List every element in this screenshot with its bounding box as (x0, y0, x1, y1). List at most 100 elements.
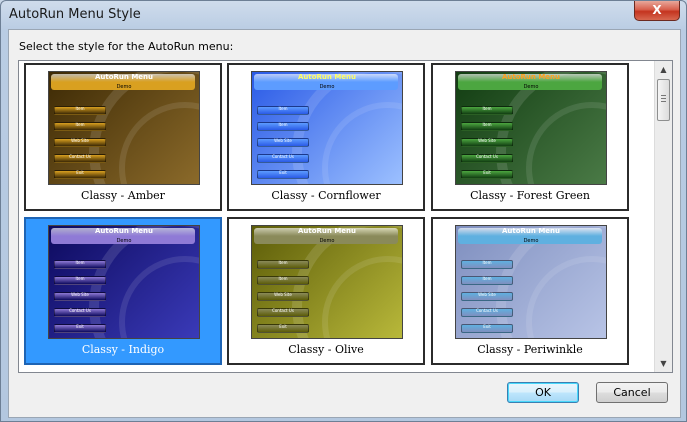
preview-menu-button: Web Site (257, 138, 309, 147)
preview-menu-button-label: Item (482, 276, 492, 281)
preview-menu-button: Item (257, 276, 309, 285)
preview-menu-button: Item (257, 106, 309, 115)
style-preview-image: AutoRun Menu Demo Item Item Web Site Contac… (455, 225, 607, 339)
style-preview-image: AutoRun Menu Demo Item Item Web Site Contac… (48, 225, 200, 339)
preview-menu-button: Exit (257, 170, 309, 179)
preview-menu-button: Contact Us (461, 154, 513, 163)
preview-menu-button: Web Site (54, 138, 106, 147)
preview-menu-button: Contact Us (54, 154, 106, 163)
preview-menu-button: Web Site (54, 292, 106, 301)
preview-menu-button-label: Item (75, 276, 85, 281)
preview-menu-button-label: Web Site (478, 292, 496, 297)
preview-menu-button: Web Site (461, 292, 513, 301)
preview-menu-button: Item (257, 260, 309, 269)
style-caption: Classy - Olive (288, 343, 364, 356)
preview-menu-button-label: Exit (279, 324, 287, 329)
instruction-label: Select the style for the AutoRun menu: (19, 40, 234, 53)
preview-menu-button-label: Contact Us (476, 154, 498, 159)
style-tile[interactable]: AutoRun Menu Demo Item Item Web Site Contac… (227, 217, 425, 365)
style-preview-image: AutoRun Menu Demo Item Item Web Site Contac… (251, 71, 403, 185)
preview-menu-button: Item (54, 260, 106, 269)
preview-menu-button-label: Contact Us (272, 308, 294, 313)
preview-menu-button: Exit (257, 324, 309, 333)
preview-menu-button-label: Contact Us (69, 308, 91, 313)
preview-menu-button: Item (461, 106, 513, 115)
scroll-down-arrow-icon[interactable]: ▼ (655, 355, 672, 372)
preview-menu-button-label: Item (75, 260, 85, 265)
preview-menu-button-label: Item (482, 260, 492, 265)
preview-menu-button-label: Web Site (71, 292, 89, 297)
window-title: AutoRun Menu Style (9, 7, 141, 22)
preview-menu-button-label: Exit (279, 170, 287, 175)
style-tile[interactable]: AutoRun Menu Demo Item Item Web Site Contac… (24, 63, 222, 211)
preview-menu-button-label: Item (278, 122, 288, 127)
preview-menu-button-label: Item (482, 106, 492, 111)
preview-menu-subtitle: Demo (523, 84, 539, 90)
style-preview-image: AutoRun Menu Demo Item Item Web Site Contac… (251, 225, 403, 339)
title-bar[interactable]: AutoRun Menu Style X (1, 1, 686, 29)
preview-menu-button-label: Web Site (274, 292, 292, 297)
preview-menu-subtitle: Demo (523, 238, 539, 244)
ok-button[interactable]: OK (507, 382, 579, 403)
preview-menu-button-label: Item (75, 122, 85, 127)
preview-menu-title: AutoRun Menu (297, 73, 357, 81)
cancel-button[interactable]: Cancel (596, 382, 668, 403)
preview-menu-button-label: Exit (76, 170, 84, 175)
preview-menu-button-label: Item (278, 260, 288, 265)
preview-menu-button: Contact Us (54, 308, 106, 317)
dialog-window: AutoRun Menu Style X Select the style fo… (0, 0, 687, 422)
preview-menu-button-label: Web Site (274, 138, 292, 143)
style-preview-image: AutoRun Menu Demo Item Item Web Site Contac… (48, 71, 200, 185)
preview-menu-button-label: Item (482, 122, 492, 127)
preview-menu-button: Exit (461, 324, 513, 333)
preview-menu-button-label: Contact Us (476, 308, 498, 313)
style-caption: Classy - Cornflower (271, 189, 381, 202)
preview-menu-button: Item (461, 260, 513, 269)
preview-menu-button-label: Exit (76, 324, 84, 329)
preview-menu-subtitle: Demo (116, 238, 132, 244)
style-caption: Classy - Amber (81, 189, 165, 202)
preview-menu-title: AutoRun Menu (94, 227, 154, 235)
style-tile[interactable]: AutoRun Menu Demo Item Item Web Site Contac… (227, 63, 425, 211)
preview-menu-title: AutoRun Menu (501, 227, 561, 235)
preview-menu-button-label: Item (75, 106, 85, 111)
scroll-thumb[interactable] (657, 79, 670, 121)
preview-menu-button: Item (461, 276, 513, 285)
style-preview-image: AutoRun Menu Demo Item Item Web Site Contac… (455, 71, 607, 185)
close-button[interactable]: X (634, 1, 680, 21)
style-caption: Classy - Indigo (81, 343, 165, 356)
dialog-content: Select the style for the AutoRun menu: A… (8, 29, 681, 418)
preview-menu-button: Item (54, 106, 106, 115)
preview-menu-button: Item (54, 122, 106, 131)
preview-menu-button: Item (257, 122, 309, 131)
preview-menu-subtitle: Demo (319, 238, 335, 244)
preview-menu-title: AutoRun Menu (297, 227, 357, 235)
preview-menu-button-label: Contact Us (272, 154, 294, 159)
preview-menu-button: Contact Us (461, 308, 513, 317)
vertical-scrollbar[interactable]: ▲ ▼ (654, 61, 672, 372)
scroll-up-arrow-icon[interactable]: ▲ (655, 61, 672, 78)
preview-menu-button: Contact Us (257, 308, 309, 317)
preview-menu-button-label: Web Site (478, 138, 496, 143)
preview-menu-button-label: Web Site (71, 138, 89, 143)
preview-menu-button: Web Site (257, 292, 309, 301)
style-tile[interactable]: AutoRun Menu Demo Item Item Web Site Contac… (431, 217, 629, 365)
preview-menu-button: Exit (54, 170, 106, 179)
preview-menu-button: Web Site (461, 138, 513, 147)
style-tile[interactable]: AutoRun Menu Demo Item Item Web Site Contac… (24, 217, 222, 365)
style-tile[interactable]: AutoRun Menu Demo Item Item Web Site Contac… (431, 63, 629, 211)
preview-menu-subtitle: Demo (116, 84, 132, 90)
style-caption: Classy - Forest Green (470, 189, 590, 202)
preview-menu-button-label: Item (278, 276, 288, 281)
preview-menu-title: AutoRun Menu (94, 73, 154, 81)
style-list[interactable]: AutoRun Menu Demo Item Item Web Site Contac… (18, 60, 673, 373)
preview-menu-button: Item (54, 276, 106, 285)
preview-menu-button-label: Item (278, 106, 288, 111)
preview-menu-button: Exit (461, 170, 513, 179)
preview-menu-button-label: Contact Us (69, 154, 91, 159)
preview-menu-button: Exit (54, 324, 106, 333)
preview-menu-subtitle: Demo (319, 84, 335, 90)
style-caption: Classy - Periwinkle (477, 343, 583, 356)
preview-menu-button-label: Exit (483, 170, 491, 175)
preview-menu-button: Item (461, 122, 513, 131)
